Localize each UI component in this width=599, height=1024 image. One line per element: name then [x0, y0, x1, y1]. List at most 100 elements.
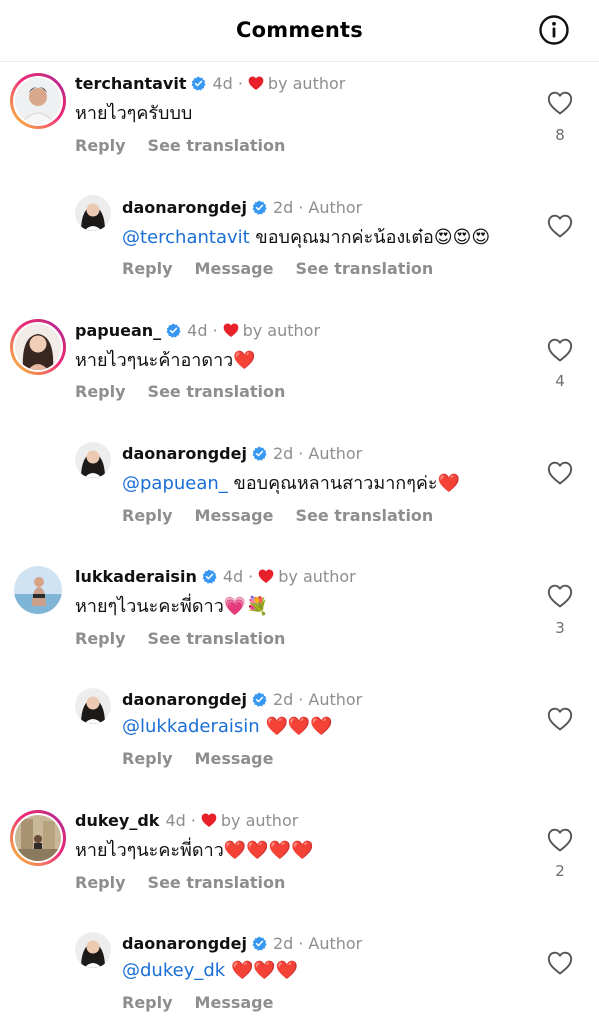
comment-time: 4d: [187, 320, 208, 340]
mention-link[interactable]: @terchantavit: [122, 227, 250, 248]
comment-meta: dukey_dk 4d · by author: [75, 808, 298, 832]
avatar[interactable]: [14, 566, 62, 614]
comment-username[interactable]: dukey_dk: [75, 811, 159, 830]
mention-link[interactable]: @lukkaderaisin: [122, 716, 260, 737]
reply-text: @lukkaderaisin ❤️❤️❤️: [122, 714, 333, 740]
by-author-label: by author: [278, 566, 356, 586]
comment-meta: terchantavit 4d · by author: [75, 71, 345, 95]
verified-badge-icon: [202, 569, 217, 584]
verified-badge-icon: [191, 76, 206, 91]
reply-actions: Reply Message See translation: [122, 259, 433, 278]
comment-actions: Reply See translation: [75, 629, 285, 648]
see-translation-button[interactable]: See translation: [295, 259, 433, 278]
reply-button[interactable]: Reply: [122, 993, 173, 1012]
reply-button[interactable]: Reply: [122, 506, 173, 525]
see-translation-button[interactable]: See translation: [295, 506, 433, 525]
reply-button[interactable]: Reply: [75, 136, 126, 155]
separator-dot: ·: [298, 689, 304, 709]
see-translation-button[interactable]: See translation: [148, 382, 286, 401]
like-heart-icon[interactable]: [547, 707, 573, 731]
message-button[interactable]: Message: [195, 993, 274, 1012]
reply-text: @dukey_dk ❤️❤️❤️: [122, 958, 298, 984]
reply-emoji: ❤️: [437, 473, 460, 494]
see-translation-button[interactable]: See translation: [148, 873, 286, 892]
comment-time: 4d: [165, 810, 186, 830]
reply-emoji: 😍😍😍: [433, 227, 491, 248]
author-tag: Author: [308, 933, 363, 953]
liked-by-author-heart-icon: [248, 75, 264, 91]
verified-badge-icon: [252, 936, 267, 951]
comments-sheet: Comments terchantavit 4d · by author หาย…: [0, 0, 599, 1024]
avatar[interactable]: [10, 73, 66, 129]
separator-dot: ·: [298, 933, 304, 953]
liked-by-author-heart-icon: [223, 322, 239, 338]
avatar[interactable]: [10, 319, 66, 375]
reply-button[interactable]: Reply: [75, 873, 126, 892]
like-heart-icon[interactable]: [547, 951, 573, 975]
message-button[interactable]: Message: [195, 259, 274, 278]
author-tag: Author: [308, 197, 363, 217]
avatar[interactable]: [75, 932, 111, 968]
comment-username[interactable]: lukkaderaisin: [75, 567, 197, 586]
reply-emoji: ❤️❤️❤️: [230, 960, 299, 981]
reply-actions: Reply Message See translation: [122, 506, 433, 525]
like-count: 8: [555, 126, 565, 144]
comment-body: หายไวๆนะคะพี่ดาว: [75, 840, 224, 861]
like-count: 4: [555, 372, 565, 390]
reply-username[interactable]: daonarongdej: [122, 444, 247, 463]
page-title: Comments: [236, 18, 363, 42]
reply-meta: daonarongdej 2d · Author: [122, 687, 362, 711]
comment-username[interactable]: terchantavit: [75, 74, 186, 93]
comment-meta: lukkaderaisin 4d · by author: [75, 564, 356, 588]
reply-username[interactable]: daonarongdej: [122, 198, 247, 217]
verified-badge-icon: [252, 692, 267, 707]
avatar[interactable]: [75, 195, 111, 231]
reply-button[interactable]: Reply: [75, 382, 126, 401]
reply-button[interactable]: Reply: [75, 629, 126, 648]
comment-text: หายไวๆนะค้าอาดาว❤️: [75, 348, 256, 374]
separator-dot: ·: [298, 197, 304, 217]
comment-actions: Reply See translation: [75, 873, 285, 892]
comment-body: หายๆไวนะคะพี่ดาว: [75, 596, 224, 617]
like-heart-icon[interactable]: [547, 828, 573, 852]
reply-time: 2d: [272, 443, 294, 463]
reply-actions: Reply Message: [122, 993, 273, 1012]
like-heart-icon[interactable]: [547, 461, 573, 485]
message-button[interactable]: Message: [195, 506, 274, 525]
info-icon[interactable]: [538, 14, 570, 46]
reply-button[interactable]: Reply: [122, 749, 173, 768]
see-translation-button[interactable]: See translation: [148, 136, 286, 155]
by-author-label: by author: [220, 810, 299, 830]
reply-time: 2d: [272, 689, 294, 709]
avatar[interactable]: [10, 810, 66, 866]
separator-dot: ·: [190, 810, 196, 830]
reply-meta: daonarongdej 2d · Author: [122, 195, 362, 219]
mention-link[interactable]: @dukey_dk: [122, 960, 225, 981]
reply-text: @terchantavit ขอบคุณมากค่ะน้องเต๋อ😍😍😍: [122, 225, 490, 251]
mention-link[interactable]: @papuean_: [122, 473, 228, 494]
comment-meta: papuean_ 4d · by author: [75, 318, 320, 342]
separator-dot: ·: [237, 73, 243, 93]
comment-username[interactable]: papuean_: [75, 321, 161, 340]
verified-badge-icon: [166, 323, 181, 338]
reply-username[interactable]: daonarongdej: [122, 690, 247, 709]
reply-button[interactable]: Reply: [122, 259, 173, 278]
avatar[interactable]: [75, 688, 111, 724]
comment-time: 4d: [222, 566, 244, 586]
comment-actions: Reply See translation: [75, 382, 285, 401]
comment-body: หายไวๆครับบบ: [75, 103, 193, 124]
reply-body: ขอบคุณมากค่ะน้องเต๋อ: [249, 227, 434, 248]
message-button[interactable]: Message: [195, 749, 274, 768]
like-heart-icon[interactable]: [547, 91, 573, 115]
like-heart-icon[interactable]: [547, 338, 573, 362]
separator-dot: ·: [212, 320, 218, 340]
reply-meta: daonarongdej 2d · Author: [122, 441, 362, 465]
reply-username[interactable]: daonarongdej: [122, 934, 247, 953]
like-heart-icon[interactable]: [547, 584, 573, 608]
author-tag: Author: [308, 443, 363, 463]
avatar[interactable]: [75, 442, 111, 478]
comment-actions: Reply See translation: [75, 136, 285, 155]
see-translation-button[interactable]: See translation: [148, 629, 286, 648]
like-heart-icon[interactable]: [547, 214, 573, 238]
verified-badge-icon: [252, 446, 267, 461]
